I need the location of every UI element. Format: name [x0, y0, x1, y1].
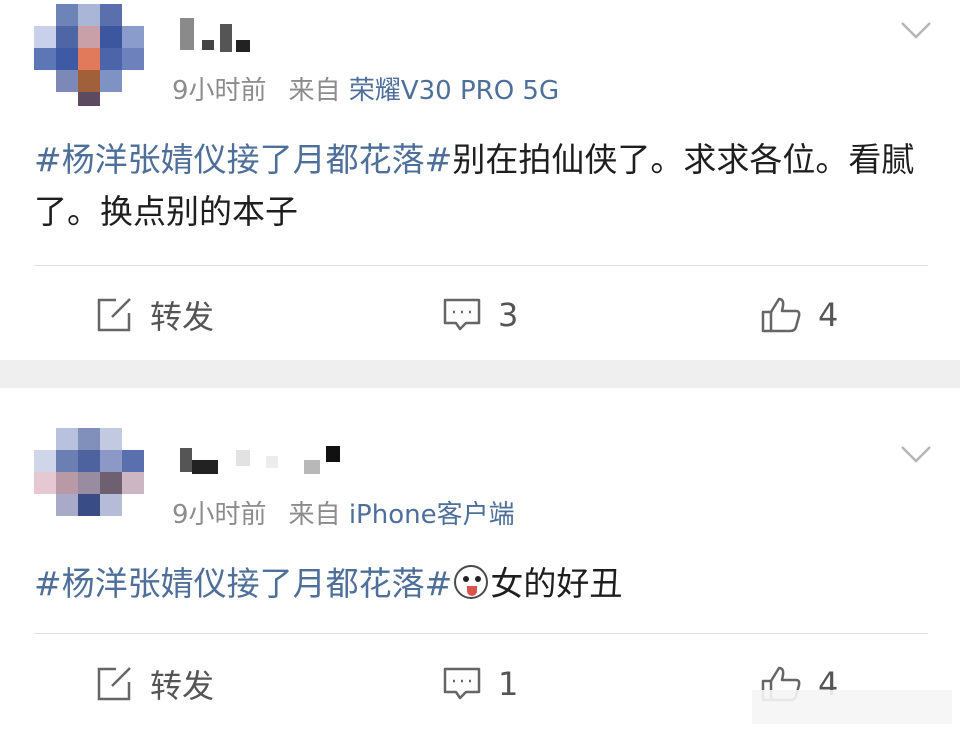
chevron-down-icon — [901, 22, 931, 39]
topic-hashtag-link[interactable]: #杨洋张婧仪接了月都花落# — [34, 564, 452, 603]
like-button[interactable]: 4 — [760, 285, 838, 345]
more-options-button[interactable] — [900, 20, 932, 40]
edit-square-icon — [97, 667, 131, 701]
chevron-down-icon — [901, 446, 931, 463]
repost-label: 转发 — [150, 298, 215, 336]
repost-button[interactable]: 转发 — [96, 654, 214, 714]
avatar[interactable] — [34, 428, 146, 530]
like-count: 4 — [818, 296, 839, 334]
username-blurred[interactable] — [180, 18, 260, 52]
username-blurred[interactable] — [180, 442, 350, 474]
post-meta: 9小时前 来自 荣耀V30 PRO 5G — [172, 70, 559, 107]
post-text: 女的好丑 — [490, 564, 623, 603]
weibo-post: 9小时前 来自 iPhone客户端 #杨洋张婧仪接了月都花落# 女的好丑 转发 1 — [0, 388, 960, 730]
repost-button[interactable]: 转发 — [96, 285, 214, 345]
edit-square-icon — [97, 298, 131, 332]
comment-count: 1 — [498, 665, 519, 703]
watermark — [752, 690, 952, 724]
topic-hashtag-link[interactable]: #杨洋张婧仪接了月都花落# — [34, 140, 452, 179]
post-content: #杨洋张婧仪接了月都花落#别在拍仙侠了。求求各位。看腻了。换点别的本子 — [34, 134, 924, 238]
post-separator — [0, 360, 960, 388]
avatar[interactable] — [34, 4, 146, 106]
post-time: 9小时前 — [172, 76, 267, 106]
comment-button[interactable]: 3 — [442, 285, 518, 345]
source-device[interactable]: 荣耀V30 PRO 5G — [349, 76, 559, 106]
post-time: 9小时前 — [172, 500, 267, 530]
post-content: #杨洋张婧仪接了月都花落# 女的好丑 — [34, 558, 924, 610]
more-options-button[interactable] — [900, 444, 932, 464]
divider — [34, 265, 928, 266]
divider — [34, 633, 928, 634]
comment-bubble-icon — [443, 667, 481, 700]
post-meta: 9小时前 来自 iPhone客户端 — [172, 494, 515, 531]
repost-label: 转发 — [150, 667, 215, 705]
source-prefix: 来自 — [288, 500, 341, 530]
comment-bubble-icon — [443, 298, 481, 331]
comment-count: 3 — [498, 296, 519, 334]
comment-button[interactable]: 1 — [442, 654, 518, 714]
action-bar: 转发 3 4 — [0, 285, 960, 345]
weibo-post: 9小时前 来自 荣耀V30 PRO 5G #杨洋张婧仪接了月都花落#别在拍仙侠了。… — [0, 0, 960, 360]
source-prefix: 来自 — [288, 76, 341, 106]
dog-face-emoji-icon — [454, 565, 489, 599]
thumbs-up-icon — [761, 297, 801, 333]
source-device[interactable]: iPhone客户端 — [349, 500, 515, 530]
